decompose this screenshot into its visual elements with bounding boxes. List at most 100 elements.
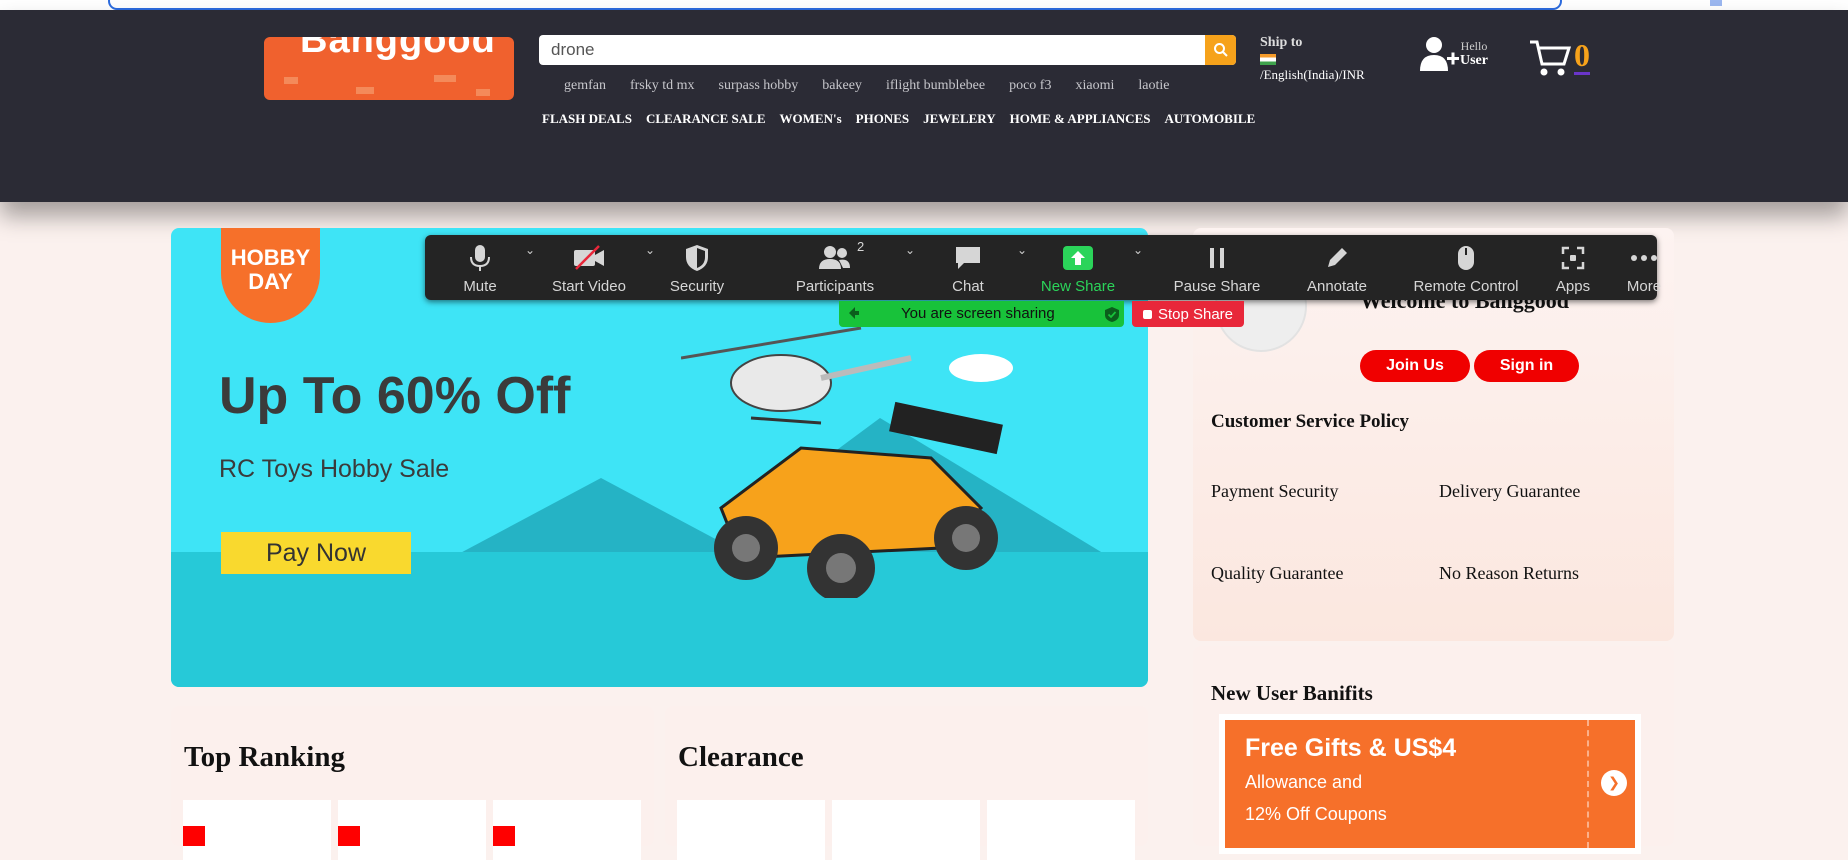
mute-button[interactable]: Mute ⌄	[445, 235, 535, 300]
nav-home-appliances[interactable]: HOME & APPLIANCES	[1010, 111, 1151, 127]
rank-badge	[183, 826, 205, 846]
security-button[interactable]: Security	[657, 235, 737, 300]
rc-toys-illustration	[681, 326, 1013, 598]
annotate-label: Annotate	[1306, 278, 1368, 295]
nav-automobile[interactable]: AUTOMOBILE	[1164, 111, 1255, 127]
logo-pixel	[356, 87, 374, 94]
remote-control-button[interactable]: Remote Control	[1401, 235, 1531, 300]
screen-sharing-indicator[interactable]: You are screen sharing	[839, 301, 1124, 327]
chat-button[interactable]: Chat ⌄	[933, 235, 1027, 300]
nav-clearance-sale[interactable]: CLEARANCE SALE	[646, 111, 766, 127]
nav-womens[interactable]: WOMEN's	[780, 111, 842, 127]
logo-pixel	[434, 75, 456, 82]
product-thumbnail[interactable]	[493, 800, 641, 860]
logo-text: Banggood	[300, 37, 496, 61]
nav-phones[interactable]: PHONES	[856, 111, 909, 127]
new-user-benefits-card: New User Banifits Free Gifts & US$4 Allo…	[1193, 646, 1674, 854]
chevron-down-icon[interactable]: ⌄	[1017, 243, 1027, 257]
search-icon	[1213, 43, 1228, 57]
hot-search-words: gemfan frsky td mx surpass hobby bakeey …	[564, 78, 1169, 94]
logo-pixel	[476, 89, 490, 96]
hot-word[interactable]: frsky td mx	[630, 78, 695, 94]
hot-word[interactable]: gemfan	[564, 78, 606, 94]
policy-title: Customer Service Policy	[1211, 411, 1410, 432]
hot-word[interactable]: bakeey	[822, 78, 862, 94]
drag-handle-icon	[849, 307, 859, 319]
mouse-icon	[1458, 246, 1474, 270]
stop-icon	[1142, 309, 1152, 319]
annotate-button[interactable]: Annotate	[1287, 235, 1387, 300]
shield-check-icon	[1105, 307, 1119, 322]
video-off-icon	[574, 245, 604, 270]
cart-button[interactable]: 0	[1528, 38, 1590, 78]
address-bar[interactable]	[108, 0, 1562, 10]
logo-pixel	[284, 77, 298, 84]
participants-button[interactable]: 2 Participants ⌄	[765, 235, 915, 300]
join-us-button[interactable]: Join Us	[1360, 350, 1470, 382]
clearance-card: Clearance	[665, 706, 1148, 860]
chevron-right-icon[interactable]: ❯	[1601, 770, 1627, 796]
chevron-down-icon[interactable]: ⌄	[645, 243, 655, 257]
product-thumbnail[interactable]	[987, 800, 1135, 860]
coupon-line-2: Allowance and	[1245, 772, 1363, 792]
nav-jewelery[interactable]: JEWELERY	[923, 111, 996, 127]
stop-share-label: Stop Share	[1157, 305, 1234, 323]
participants-label: Participants	[795, 278, 875, 295]
cart-icon	[1530, 40, 1572, 76]
banner-subtitle: RC Toys Hobby Sale	[219, 455, 450, 483]
user-add-icon	[1420, 37, 1459, 71]
hot-word[interactable]: surpass hobby	[719, 78, 799, 94]
search-input[interactable]: drone	[551, 40, 594, 60]
category-nav: FLASH DEALS CLEARANCE SALE WOMEN's PHONE…	[542, 111, 1255, 127]
policy-quality-guarantee[interactable]: Quality Guarantee	[1211, 563, 1343, 584]
coupon-line-1: Free Gifts & US$4	[1245, 734, 1457, 762]
site-header: Banggood drone gemfan frsky td mx surpas…	[0, 10, 1848, 202]
user-name: User	[1460, 53, 1488, 68]
new-share-button[interactable]: New Share ⌄	[1033, 235, 1143, 300]
new-user-title: New User Banifits	[1211, 681, 1373, 705]
user-account[interactable]: Hello User	[1420, 35, 1488, 73]
product-thumbnail[interactable]	[832, 800, 980, 860]
chevron-down-icon[interactable]: ⌄	[905, 243, 915, 257]
hot-word[interactable]: poco f3	[1009, 78, 1051, 94]
shield-icon	[686, 245, 708, 271]
browser-top-strip	[0, 0, 1848, 10]
pause-icon	[1210, 248, 1224, 268]
india-flag-icon	[1260, 54, 1276, 65]
participants-count: 2	[857, 239, 865, 254]
hello-text: Hello	[1460, 39, 1488, 53]
stop-share-button[interactable]: Stop Share	[1132, 301, 1244, 327]
apps-label: Apps	[1555, 278, 1591, 295]
rank-badge	[493, 826, 515, 846]
policy-delivery-guarantee[interactable]: Delivery Guarantee	[1439, 481, 1580, 502]
policy-payment-security[interactable]: Payment Security	[1211, 481, 1338, 502]
new-user-coupon-banner[interactable]: Free Gifts & US$4 Allowance and 12% Off …	[1219, 714, 1641, 854]
more-button[interactable]: More	[1621, 235, 1667, 300]
chat-icon	[956, 247, 980, 269]
pause-share-button[interactable]: Pause Share	[1147, 235, 1287, 300]
policy-no-reason-returns[interactable]: No Reason Returns	[1439, 563, 1579, 584]
remote-control-label: Remote Control	[1413, 278, 1519, 295]
nav-flash-deals[interactable]: FLASH DEALS	[542, 111, 632, 127]
ship-to-selector[interactable]: Ship to /English(India)/INR	[1260, 35, 1365, 83]
rank-badge	[338, 826, 360, 846]
banggood-logo[interactable]: Banggood	[264, 37, 514, 100]
apps-button[interactable]: Apps	[1538, 235, 1608, 300]
start-video-button[interactable]: Start Video ⌄	[533, 235, 655, 300]
top-ranking-card: Top Ranking	[171, 706, 654, 860]
hot-word[interactable]: xiaomi	[1075, 78, 1114, 94]
security-label: Security	[669, 278, 725, 295]
search-box[interactable]: drone	[539, 35, 1236, 65]
sign-in-button[interactable]: Sign in	[1474, 350, 1579, 382]
search-button[interactable]	[1205, 35, 1236, 65]
zoom-meeting-toolbar: Mute ⌄ Start Video ⌄ Security 2 Particip…	[425, 235, 1661, 300]
new-share-label: New Share	[1040, 278, 1116, 295]
product-thumbnail[interactable]	[183, 800, 331, 860]
hobby-day-badge: HOBBY DAY	[221, 228, 320, 323]
pay-now-button[interactable]: Pay Now	[221, 532, 411, 574]
hot-word[interactable]: iflight bumblebee	[886, 78, 985, 94]
chevron-down-icon[interactable]: ⌄	[1133, 243, 1143, 257]
product-thumbnail[interactable]	[338, 800, 486, 860]
hot-word[interactable]: laotie	[1138, 78, 1169, 94]
product-thumbnail[interactable]	[677, 800, 825, 860]
